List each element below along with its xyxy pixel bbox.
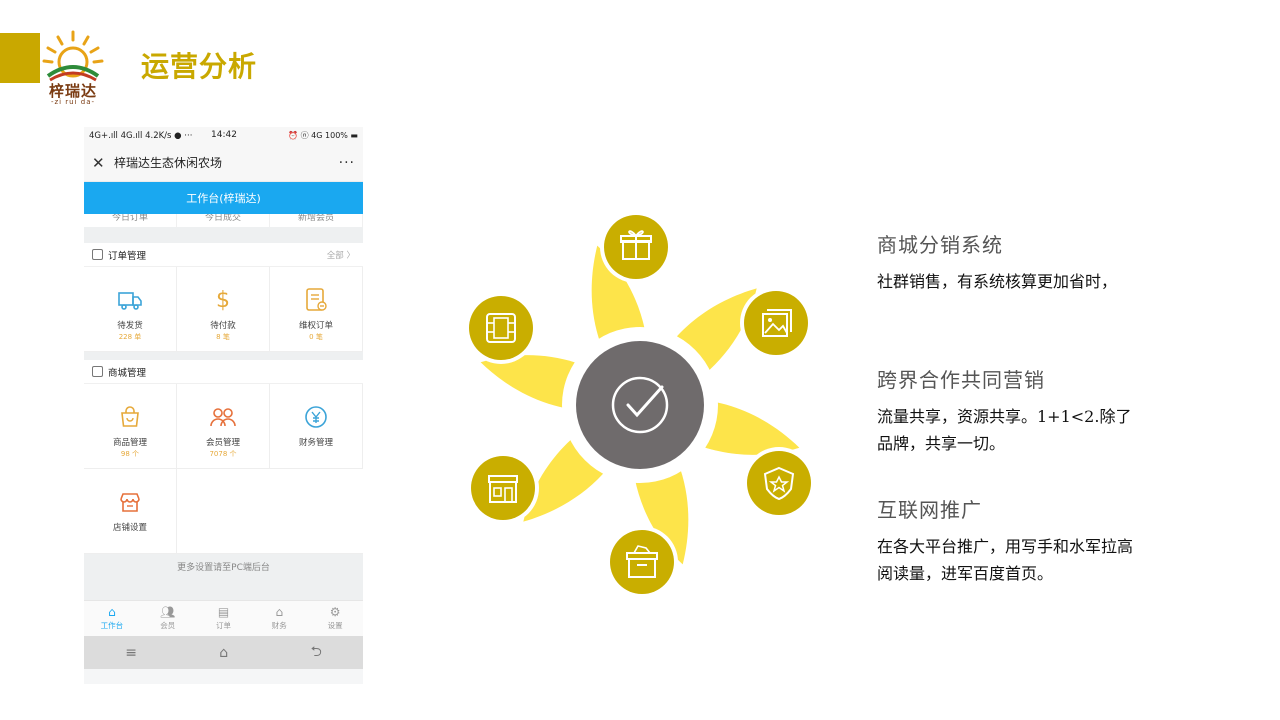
stats-row: 今日订单 今日成交 新增会员 bbox=[84, 214, 363, 227]
tab-label: 订单 bbox=[215, 621, 231, 630]
finance-icon: ⌂ bbox=[275, 605, 284, 619]
shield-star-icon bbox=[743, 447, 815, 519]
system-nav-bar: ≡ ⌂ ⮌ bbox=[84, 636, 363, 669]
order-pending-shipment[interactable]: 待发货 228 单 bbox=[84, 267, 177, 351]
store-icon bbox=[117, 489, 143, 515]
order-disputes[interactable]: 维权订单 0 笔 bbox=[270, 267, 363, 351]
status-signal: 4G+.ıll 4G.ıll 4.2K/s ● ··· bbox=[89, 130, 193, 141]
settings-icon: ⚙ bbox=[329, 605, 341, 619]
image-icon bbox=[740, 287, 812, 359]
grid-count: 98 个 bbox=[120, 450, 140, 458]
feature-body: 社群销售，有系统核算更加省时， bbox=[877, 272, 1118, 291]
company-logo: 梓瑞达 -zi rui da- bbox=[40, 28, 106, 106]
feature-body: 在各大平台推广，用写手和水军拉高阅读量，进军百度首页。 bbox=[877, 537, 1134, 583]
phone-screenshot: 4G+.ıll 4G.ıll 4.2K/s ● ··· 14:42 ⏰ ⓝ 4G… bbox=[84, 127, 363, 684]
shop-grid-row-1: 商品管理 98 个 会员管理 7078 个 财务管理 bbox=[84, 384, 363, 469]
shop-grid-row-2: 店铺设置 bbox=[84, 469, 363, 554]
more-settings-hint: 更多设置请至PC端后台 bbox=[84, 554, 363, 586]
stat-today-orders[interactable]: 今日订单 bbox=[84, 214, 177, 227]
feature-distribution: 商城分销系统 社群销售，有系统核算更加省时， bbox=[877, 229, 1147, 295]
pinwheel-diagram bbox=[465, 211, 815, 598]
grid-label: 店铺设置 bbox=[112, 523, 147, 533]
status-bar: 4G+.ıll 4G.ıll 4.2K/s ● ··· 14:42 ⏰ ⓝ 4G… bbox=[84, 127, 363, 144]
order-doc-icon bbox=[92, 249, 103, 260]
shop-icon bbox=[467, 452, 539, 524]
tab-label: 会员 bbox=[160, 621, 176, 630]
order-view-all-link[interactable]: 全部 〉 bbox=[327, 249, 355, 261]
grid-count: 8 笔 bbox=[216, 333, 230, 341]
users-icon: 👥︎ bbox=[160, 605, 176, 619]
grid-label: 维权订单 bbox=[298, 321, 333, 331]
shop-section-icon bbox=[92, 366, 103, 377]
empty-cell bbox=[177, 469, 363, 553]
order-grid: 待发货 228 单 $ 待付款 8 笔 维权订单 0 笔 bbox=[84, 267, 363, 352]
gift-icon bbox=[600, 211, 672, 283]
center-circle bbox=[576, 341, 704, 469]
tab-members[interactable]: 👥︎ 会员 bbox=[140, 601, 196, 636]
yen-icon bbox=[303, 404, 329, 430]
feature-title: 商城分销系统 bbox=[877, 233, 1003, 257]
finance-management[interactable]: 财务管理 bbox=[270, 384, 363, 468]
feature-internet-promotion: 互联网推广 在各大平台推广，用写手和水军拉高阅读量，进军百度首页。 bbox=[877, 494, 1147, 587]
store-settings[interactable]: 店铺设置 bbox=[84, 469, 177, 553]
home-icon: ⌂ bbox=[108, 605, 116, 619]
grid-count: 228 单 bbox=[118, 333, 142, 341]
sun-logo-icon bbox=[42, 30, 104, 82]
box-icon bbox=[606, 526, 678, 598]
close-icon[interactable]: ✕ bbox=[92, 154, 114, 172]
tab-finance[interactable]: ⌂ 财务 bbox=[251, 601, 307, 636]
menu-icon[interactable]: ≡ bbox=[125, 645, 137, 661]
feature-body: 流量共享，资源共享。1+1<2.除了品牌，共享一切。 bbox=[877, 407, 1132, 453]
receipt-icon bbox=[303, 287, 329, 313]
workbench-header: 工作台(梓瑞达) bbox=[84, 182, 363, 214]
feature-title: 互联网推广 bbox=[877, 498, 982, 522]
nav-bar: ✕ 梓瑞达生态休闲农场 ··· bbox=[84, 144, 363, 182]
logo-brand-subtext: -zi rui da- bbox=[50, 98, 96, 106]
tab-workbench[interactable]: ⌂ 工作台 bbox=[84, 601, 140, 636]
order-icon: ▤ bbox=[217, 605, 230, 619]
product-management[interactable]: 商品管理 98 个 bbox=[84, 384, 177, 468]
tab-settings[interactable]: ⚙ 设置 bbox=[307, 601, 363, 636]
stat-new-members[interactable]: 新增会员 bbox=[270, 214, 363, 227]
grid-label: 待付款 bbox=[210, 321, 236, 331]
back-icon[interactable]: ⮌ bbox=[311, 641, 322, 665]
grid-count: 7078 个 bbox=[209, 450, 237, 458]
feature-crossover: 跨界合作共同营销 流量共享，资源共享。1+1<2.除了品牌，共享一切。 bbox=[877, 364, 1147, 457]
nav-title: 梓瑞达生态休闲农场 bbox=[114, 156, 223, 170]
home-button-icon[interactable]: ⌂ bbox=[219, 645, 228, 661]
bottom-tab-bar: ⌂ 工作台 👥︎ 会员 ▤ 订单 ⌂ 财务 ⚙ 设置 bbox=[84, 600, 363, 636]
stat-today-deals[interactable]: 今日成交 bbox=[177, 214, 270, 227]
truck-icon bbox=[117, 287, 143, 313]
shop-section-title: 商城管理 bbox=[108, 367, 147, 379]
feature-title: 跨界合作共同营销 bbox=[877, 368, 1045, 392]
tab-label: 财务 bbox=[271, 621, 287, 630]
grid-label: 财务管理 bbox=[298, 438, 333, 448]
tab-label: 工作台 bbox=[100, 621, 124, 630]
member-management[interactable]: 会员管理 7078 个 bbox=[177, 384, 270, 468]
grid-count: 0 笔 bbox=[309, 333, 323, 341]
status-time: 14:42 bbox=[211, 130, 237, 140]
bag-icon bbox=[117, 404, 143, 430]
order-pending-payment[interactable]: $ 待付款 8 笔 bbox=[177, 267, 270, 351]
status-battery: ⏰ ⓝ 4G 100% ▬ bbox=[288, 131, 358, 140]
grid-label: 会员管理 bbox=[205, 438, 240, 448]
order-section-header: 订单管理 全部 〉 bbox=[84, 243, 363, 267]
page-title: 运营分析 bbox=[141, 50, 258, 83]
users-icon bbox=[210, 404, 236, 430]
shop-section-header: 商城管理 bbox=[84, 360, 363, 384]
grid-label: 待发货 bbox=[117, 321, 143, 331]
order-section-title: 订单管理 bbox=[108, 250, 147, 262]
tab-label: 设置 bbox=[327, 621, 343, 630]
more-icon[interactable]: ··· bbox=[339, 155, 355, 171]
accent-bar bbox=[0, 33, 40, 83]
grid-label: 商品管理 bbox=[112, 438, 147, 448]
tab-orders[interactable]: ▤ 订单 bbox=[196, 601, 252, 636]
film-icon bbox=[465, 292, 537, 364]
dollar-icon: $ bbox=[216, 287, 230, 313]
